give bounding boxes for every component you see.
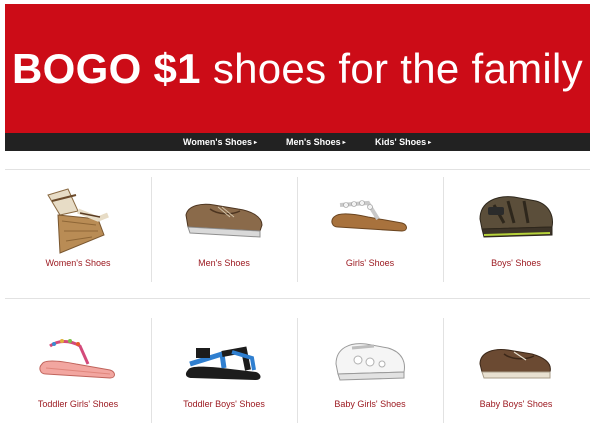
jeweled-thong-sandal-icon <box>320 175 420 255</box>
baby-loafer-icon <box>466 316 566 396</box>
nav-link-mens-shoes[interactable]: Men's Shoes ▸ <box>286 133 346 151</box>
banner-headline: BOGO $1 shoes for the family <box>12 45 583 93</box>
nav-link-kids-shoes[interactable]: Kids' Shoes ▸ <box>375 133 431 151</box>
nav-link-label: Men's Shoes <box>286 137 341 147</box>
strap-sport-sandal-icon <box>174 316 274 396</box>
tile-label: Toddler Girls' Shoes <box>37 399 119 409</box>
tile-label: Baby Girls' Shoes <box>334 399 406 409</box>
category-tile-toddler-boys-shoes[interactable]: Toddler Boys' Shoes <box>151 316 297 426</box>
category-tile-girls-shoes[interactable]: Girls' Shoes <box>297 175 443 285</box>
tile-label: Boys' Shoes <box>491 258 541 268</box>
nav-link-womens-shoes[interactable]: Women's Shoes ▸ <box>183 133 257 151</box>
nav-link-label: Women's Shoes <box>183 137 252 147</box>
caret-right-icon: ▸ <box>428 140 432 146</box>
category-tile-womens-shoes[interactable]: Women's Shoes <box>5 175 151 285</box>
tile-label: Men's Shoes <box>198 258 250 268</box>
caret-right-icon: ▸ <box>254 140 258 146</box>
grid-divider-top <box>5 169 590 170</box>
white-mary-jane-icon <box>320 316 420 396</box>
category-tile-boys-shoes[interactable]: Boys' Shoes <box>443 175 589 285</box>
tile-label: Girls' Shoes <box>345 258 395 268</box>
banner-headline-bold: BOGO $1 <box>12 44 201 92</box>
category-tile-baby-girls-shoes[interactable]: Baby Girls' Shoes <box>297 316 443 426</box>
tile-label: Women's Shoes <box>45 258 111 268</box>
category-tile-mens-shoes[interactable]: Men's Shoes <box>151 175 297 285</box>
category-tile-toddler-girls-shoes[interactable]: Toddler Girls' Shoes <box>5 316 151 426</box>
nav-link-label: Kids' Shoes <box>375 137 427 147</box>
banner-headline-rest: shoes for the family <box>212 44 583 92</box>
beaded-flat-sandal-icon <box>28 316 128 396</box>
closed-toe-sport-sandal-icon <box>466 175 566 255</box>
grid-divider-middle <box>5 298 590 299</box>
boat-shoe-icon <box>174 175 274 255</box>
category-nav-bar: Women's Shoes ▸ Men's Shoes ▸ Kids' Shoes ▸ <box>5 133 590 151</box>
category-tile-baby-boys-shoes[interactable]: Baby Boys' Shoes <box>443 316 589 426</box>
wedge-sandal-icon <box>28 175 128 255</box>
caret-right-icon: ▸ <box>342 140 346 146</box>
tile-label: Toddler Boys' Shoes <box>183 399 265 409</box>
tile-label: Baby Boys' Shoes <box>479 399 553 409</box>
promo-banner[interactable]: BOGO $1 shoes for the family <box>5 4 590 133</box>
